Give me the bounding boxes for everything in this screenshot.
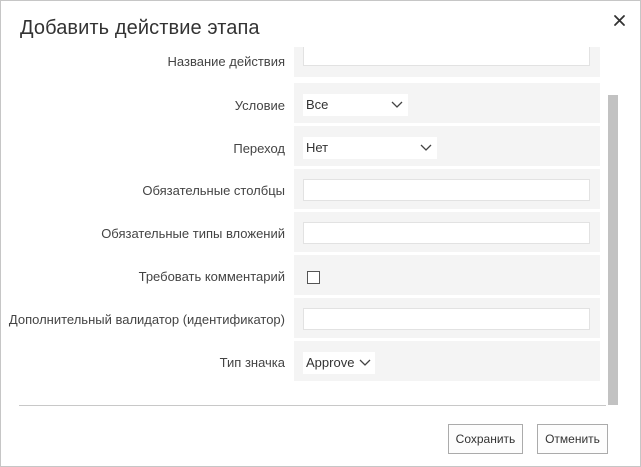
transition-select[interactable]: Нет [303, 137, 437, 159]
row-icon-type: Тип значка Approve [1, 341, 605, 381]
transition-value: Нет [306, 140, 329, 155]
condition-select[interactable]: Все [303, 94, 408, 116]
condition-value: Все [306, 97, 329, 112]
row-require-comment: Требовать комментарий [1, 255, 605, 295]
row-required-columns: Обязательные столбцы [1, 169, 605, 209]
require-comment-checkbox[interactable] [307, 271, 320, 284]
chevron-down-icon [391, 101, 403, 108]
icon-type-value: Approve [306, 355, 355, 370]
vertical-scrollbar[interactable] [605, 47, 618, 405]
row-required-attachment-types: Обязательные типы вложений [1, 212, 605, 252]
required-columns-label: Обязательные столбцы [142, 183, 285, 198]
dialog-title: Добавить действие этапа [20, 17, 260, 39]
required-attachment-types-cell [294, 212, 600, 252]
footer-divider [19, 405, 606, 406]
extra-validator-cell [294, 298, 600, 338]
action-name-label: Название действия [167, 54, 285, 69]
transition-cell: Нет [294, 126, 600, 166]
cancel-button[interactable]: Отменить [537, 424, 608, 454]
action-name-cell [294, 47, 600, 77]
icon-type-select[interactable]: Approve [303, 352, 375, 374]
transition-label: Переход [233, 141, 285, 156]
scrollbar-thumb[interactable] [608, 95, 618, 405]
action-name-input[interactable] [303, 47, 590, 66]
row-extra-validator: Дополнительный валидатор (идентификатор) [1, 298, 605, 338]
required-attachment-types-label: Обязательные типы вложений [101, 226, 285, 241]
required-columns-input[interactable] [303, 179, 590, 201]
condition-label: Условие [234, 98, 285, 113]
chevron-down-icon [420, 144, 432, 151]
icon-type-cell: Approve [294, 341, 600, 381]
chevron-down-icon [359, 359, 371, 366]
extra-validator-label: Дополнительный валидатор (идентификатор) [8, 312, 285, 327]
row-transition: Переход Нет [1, 126, 605, 166]
add-stage-action-dialog: Добавить действие этапа Название действи… [0, 0, 641, 467]
require-comment-label: Требовать комментарий [138, 269, 285, 284]
required-columns-cell [294, 169, 600, 209]
extra-validator-input[interactable] [303, 308, 590, 330]
row-condition: Условие Все [1, 83, 605, 123]
form-scroll-area: Название действия Условие Все Переход Не… [1, 47, 605, 396]
close-icon[interactable] [609, 10, 631, 32]
row-action-name: Название действия [1, 47, 605, 77]
require-comment-cell [294, 255, 600, 295]
icon-type-label: Тип значка [219, 355, 285, 370]
required-attachment-types-input[interactable] [303, 222, 590, 244]
save-button[interactable]: Сохранить [448, 424, 523, 454]
condition-cell: Все [294, 83, 600, 123]
